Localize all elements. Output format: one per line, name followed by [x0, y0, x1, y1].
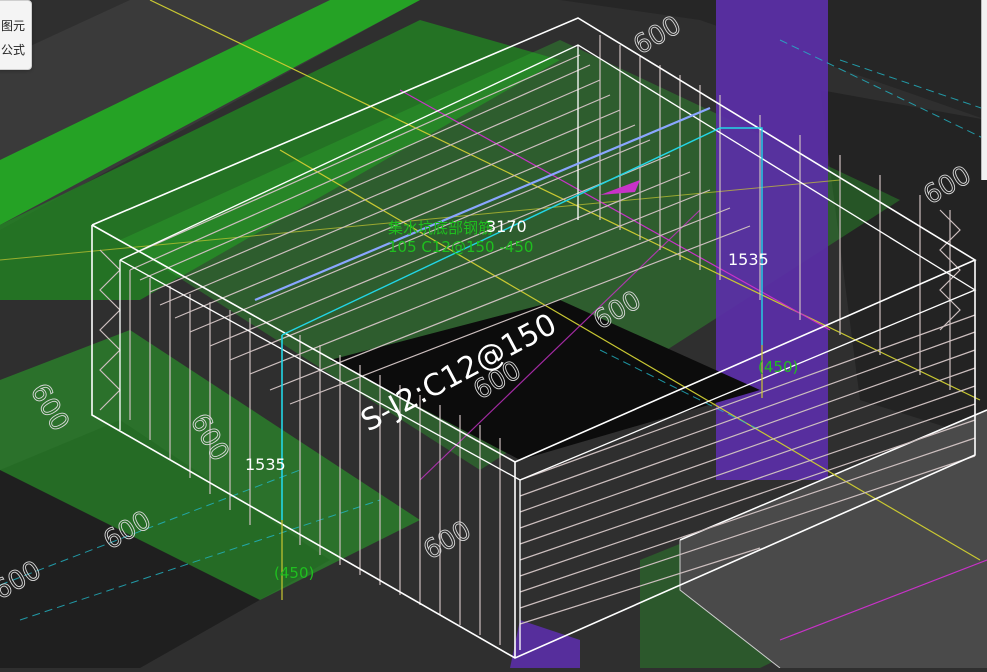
menu-item-formula[interactable]: 公式 — [1, 41, 25, 58]
left-height-dimension[interactable]: 1535 — [245, 455, 286, 474]
top-length-dimension[interactable]: 3170 — [486, 217, 527, 236]
side-panel-edge — [981, 0, 987, 180]
right-height-dimension[interactable]: 1535 — [728, 250, 769, 269]
left-depth-dimension[interactable]: (450) — [274, 564, 314, 582]
green-annotation-line1: 集水坑底部钢筋 — [388, 219, 493, 237]
green-annotation-line2: 105 C12@150 -450 — [388, 238, 533, 256]
cad-3d-viewport[interactable]: 600 600 600 600 600 600 600 600 600 集水坑底… — [0, 0, 987, 669]
right-depth-dimension[interactable]: (450) — [758, 358, 798, 376]
context-menu: 图元 公式 — [0, 0, 32, 70]
menu-item-element[interactable]: 图元 — [1, 17, 25, 34]
grid-label: 600 — [419, 515, 477, 566]
viewport-canvas[interactable]: 600 600 600 600 600 600 600 600 600 集水坑底… — [0, 0, 987, 669]
